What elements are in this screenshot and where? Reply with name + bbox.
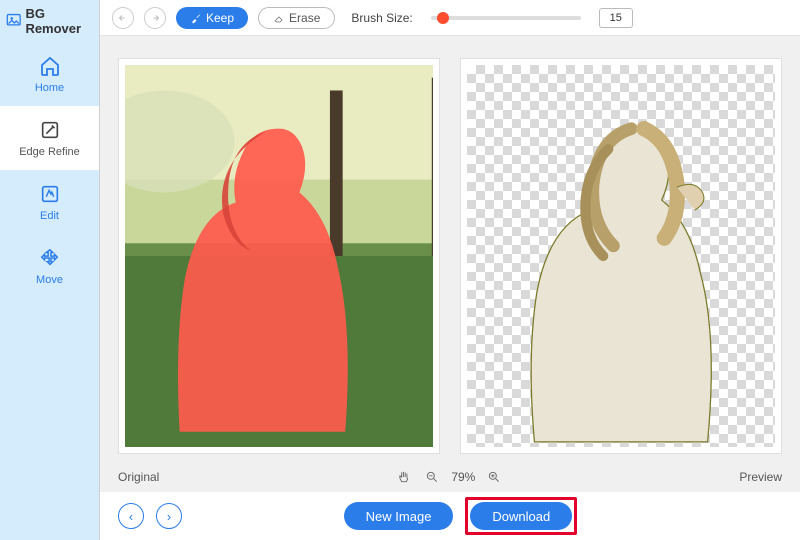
eraser-icon [273, 12, 285, 24]
zoom-out-button[interactable] [423, 468, 441, 486]
preview-canvas[interactable] [467, 65, 775, 447]
workspace [100, 36, 800, 462]
sidebar-item-label: Edit [40, 210, 59, 222]
pan-button[interactable] [395, 468, 413, 486]
sidebar-item-label: Home [35, 82, 64, 94]
edit-icon [38, 182, 62, 206]
zoom-in-button[interactable] [485, 468, 503, 486]
prev-button[interactable]: ‹ [118, 503, 144, 529]
bottom-bar: ‹ › New Image Download [100, 492, 800, 540]
brush-size-label: Brush Size: [351, 11, 412, 25]
brush-icon [190, 12, 202, 24]
slider-thumb[interactable] [437, 12, 449, 24]
keep-label: Keep [206, 11, 234, 25]
original-canvas[interactable] [125, 65, 433, 447]
original-label: Original [118, 470, 159, 484]
sidebar-item-home[interactable]: Home [0, 42, 99, 106]
app-title: BG Remover [25, 6, 93, 36]
new-image-button[interactable]: New Image [344, 502, 454, 530]
app-logo-icon [6, 12, 21, 30]
download-highlight: Download [465, 497, 577, 535]
download-button[interactable]: Download [470, 502, 572, 530]
status-bar: Original 79% Preview [100, 462, 800, 492]
sidebar-item-label: Edge Refine [19, 146, 80, 158]
next-button[interactable]: › [156, 503, 182, 529]
sidebar-item-label: Move [36, 274, 63, 286]
toolbar: Keep Erase Brush Size: 15 [100, 0, 800, 36]
keep-button[interactable]: Keep [176, 7, 248, 29]
preview-label: Preview [739, 470, 782, 484]
brush-size-slider[interactable] [431, 16, 581, 20]
brush-size-value[interactable]: 15 [599, 8, 633, 28]
sidebar-item-edit[interactable]: Edit [0, 170, 99, 234]
app-brand: BG Remover [0, 0, 99, 42]
move-icon [38, 246, 62, 270]
zoom-level: 79% [451, 470, 475, 484]
erase-label: Erase [289, 11, 320, 25]
preview-pane [460, 58, 782, 454]
original-pane [118, 58, 440, 454]
edge-refine-icon [38, 118, 62, 142]
sidebar-item-edge-refine[interactable]: Edge Refine [0, 106, 99, 170]
main-area: Keep Erase Brush Size: 15 [100, 0, 800, 540]
redo-button[interactable] [144, 7, 166, 29]
sidebar: BG Remover Home Edge Refine Edit Move [0, 0, 100, 540]
erase-button[interactable]: Erase [258, 7, 335, 29]
undo-button[interactable] [112, 7, 134, 29]
sidebar-item-move[interactable]: Move [0, 234, 99, 298]
home-icon [38, 54, 62, 78]
